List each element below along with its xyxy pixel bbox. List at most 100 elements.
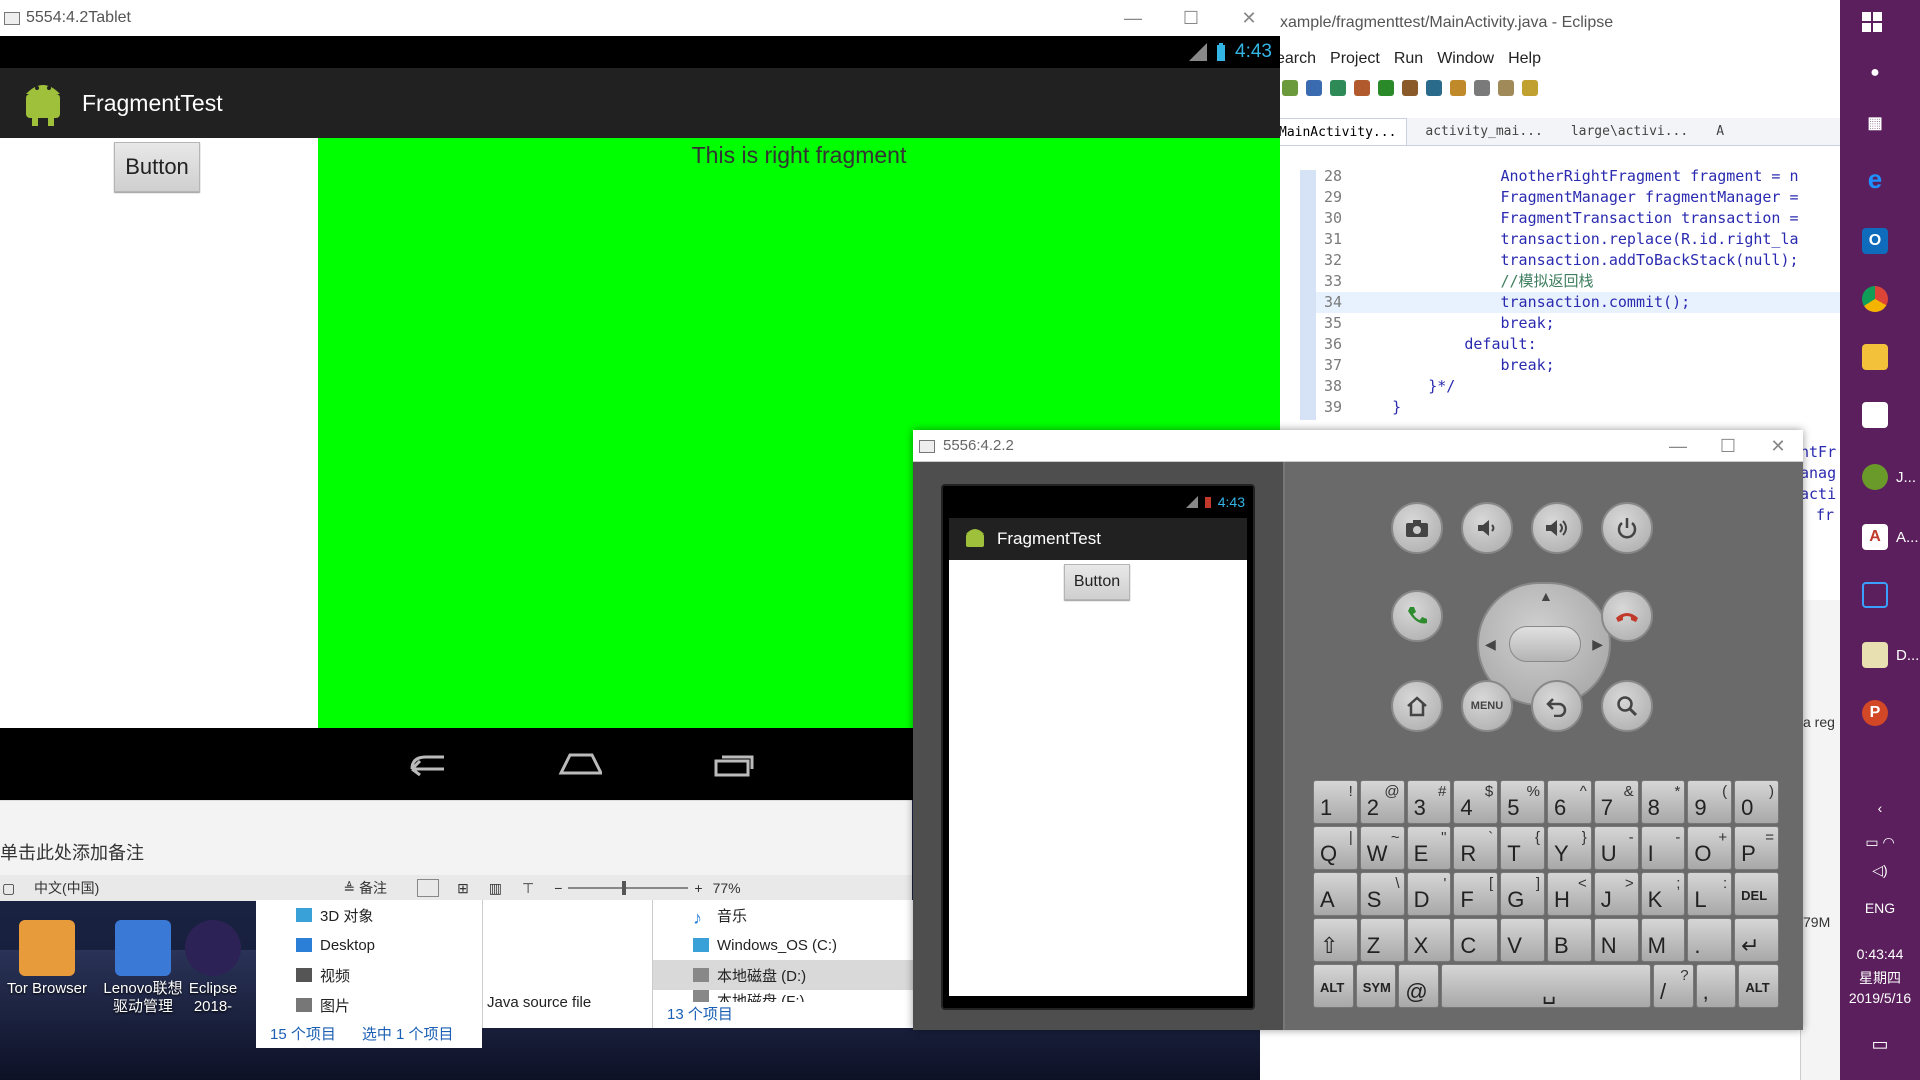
maximize-icon[interactable]: ☐ (1162, 0, 1220, 36)
key[interactable]: 1! (1313, 780, 1358, 824)
tray-chevron-icon[interactable]: ‹ (1840, 800, 1920, 816)
code-line[interactable]: 29 FragmentManager fragmentManager = (1316, 187, 1840, 208)
dpad-right-icon[interactable]: ▶ (1592, 636, 1603, 653)
taskbar-app-a[interactable]: A A... (1840, 524, 1920, 550)
toolbar-icon[interactable] (1402, 80, 1418, 96)
code-line[interactable]: 28 AnotherRightFragment fragment = n (1316, 166, 1840, 187)
tablet-button[interactable]: Button (114, 142, 200, 192)
toolbar-icon[interactable] (1330, 80, 1346, 96)
task-view-button[interactable]: ▦ (1840, 110, 1920, 136)
notes-button[interactable]: 备注 (359, 878, 387, 898)
search-icon[interactable] (1601, 680, 1653, 732)
taskbar-app-d[interactable]: D... (1840, 642, 1920, 668)
key[interactable]: K; (1640, 872, 1686, 916)
power-icon[interactable] (1601, 502, 1653, 554)
code-line[interactable]: 31 transaction.replace(R.id.right_la (1316, 229, 1840, 250)
dpad-center[interactable] (1509, 626, 1581, 662)
reading-view-icon[interactable]: ▥ (489, 880, 502, 897)
nav-item-pictures[interactable]: 图片 (256, 990, 482, 1020)
key[interactable]: W ~ (1359, 826, 1405, 870)
taskbar-camera-app[interactable] (1840, 582, 1920, 608)
key[interactable]: 2 @ (1359, 780, 1405, 824)
menu-help[interactable]: Help (1508, 50, 1541, 72)
key[interactable]: ⇧ (1313, 918, 1358, 962)
menu-project[interactable]: Project (1330, 50, 1380, 72)
alt-left-key[interactable]: ALT (1313, 964, 1354, 1008)
back-icon[interactable] (1522, 80, 1538, 96)
home-icon[interactable] (558, 749, 602, 779)
start-button[interactable] (1840, 12, 1920, 32)
key[interactable]: I- (1640, 826, 1686, 870)
tab-activity-main[interactable]: activity_mai... (1407, 118, 1552, 145)
space-key[interactable]: ␣ (1441, 964, 1651, 1008)
slideshow-icon[interactable]: ⊤ (522, 880, 534, 897)
maximize-icon[interactable]: ☐ (1703, 430, 1753, 462)
desktop-icon-lenovo[interactable]: Lenovo联想驱动管理 (98, 920, 188, 1016)
wifi-icon[interactable]: ◠ (1882, 834, 1894, 850)
key[interactable]: X (1406, 918, 1452, 962)
call-icon[interactable] (1391, 590, 1443, 642)
battery-icon[interactable]: ▭ (1865, 834, 1878, 850)
code-line[interactable]: 30 FragmentTransaction transaction = (1316, 208, 1840, 229)
key[interactable]: 5% (1500, 780, 1545, 824)
close-icon[interactable]: ✕ (1753, 430, 1803, 462)
menu-run[interactable]: Run (1394, 50, 1423, 72)
menu-window[interactable]: Window (1437, 50, 1494, 72)
key[interactable]: S \ (1359, 872, 1405, 916)
clock-time[interactable]: 0:43:44 (1840, 946, 1920, 962)
code-line[interactable]: 32 transaction.addToBackStack(null); (1316, 250, 1840, 271)
code-line[interactable]: 39 } (1316, 397, 1840, 418)
key[interactable]: J > (1593, 872, 1639, 916)
normal-view-icon[interactable] (417, 879, 440, 897)
end-call-icon[interactable] (1601, 590, 1653, 642)
zoom-level[interactable]: 77% (713, 880, 741, 896)
nav-item-3d-objects[interactable]: 3D 对象 (256, 900, 482, 930)
close-icon[interactable]: ✕ (1220, 0, 1278, 36)
notification-icon[interactable]: ▭ (1840, 1034, 1920, 1055)
toolbar-icon[interactable] (1282, 80, 1298, 96)
language-label[interactable]: 中文(中国) (34, 878, 99, 898)
code-line[interactable]: 35 break; (1316, 313, 1840, 334)
key[interactable]: G] (1500, 872, 1545, 916)
toolbar-icon[interactable] (1306, 80, 1322, 96)
tab-other[interactable]: A (1698, 118, 1734, 145)
cortana-button[interactable]: ● (1840, 60, 1920, 86)
key[interactable]: ↵ (1734, 918, 1779, 962)
alt-right-key[interactable]: ALT (1738, 964, 1780, 1008)
nav-item-music[interactable]: ♪ 音乐 (653, 900, 913, 930)
at-key[interactable]: @ (1398, 964, 1440, 1008)
minimize-icon[interactable]: — (1104, 0, 1162, 36)
key[interactable]: D ' (1406, 872, 1452, 916)
key[interactable]: P = (1734, 826, 1779, 870)
code-line[interactable]: 38 }*/ (1316, 376, 1840, 397)
zoom-in-icon[interactable]: + (694, 880, 702, 896)
home-icon[interactable] (1391, 680, 1443, 732)
key[interactable]: H < (1546, 872, 1592, 916)
sorter-view-icon[interactable]: ⊞ (457, 880, 469, 897)
tab-mainactivity[interactable]: MainActivity... (1260, 118, 1408, 145)
key[interactable]: N (1593, 918, 1639, 962)
taskbar-edge[interactable]: e (1840, 164, 1920, 194)
nav-item-drive-d[interactable]: 本地磁盘 (D:) (653, 960, 913, 990)
toolbar-icon[interactable] (1498, 80, 1514, 96)
key[interactable]: DEL (1734, 872, 1779, 916)
code-line[interactable]: 34 transaction.commit(); (1316, 292, 1840, 313)
notes-placeholder[interactable]: 单击此处添加备注 (0, 801, 912, 863)
key[interactable]: T{ (1500, 826, 1545, 870)
key[interactable]: Q | (1313, 826, 1358, 870)
toolbar-icon[interactable] (1426, 80, 1442, 96)
menu-search[interactable]: earch (1276, 50, 1316, 72)
back-icon[interactable] (404, 749, 448, 779)
taskbar-chrome[interactable] (1840, 286, 1920, 312)
key[interactable]: U- (1593, 826, 1639, 870)
phone-button[interactable]: Button (1064, 564, 1130, 600)
key[interactable]: O + (1687, 826, 1733, 870)
key[interactable]: R ` (1453, 826, 1499, 870)
zoom-out-icon[interactable]: − (554, 880, 562, 896)
input-language[interactable]: ENG (1840, 900, 1920, 916)
volume-icon[interactable]: ◁) (1840, 862, 1920, 879)
key[interactable]: E " (1406, 826, 1452, 870)
back-icon[interactable] (1531, 680, 1583, 732)
clock-weekday[interactable]: 星期四 (1840, 968, 1920, 988)
volume-up-icon[interactable] (1531, 502, 1583, 554)
